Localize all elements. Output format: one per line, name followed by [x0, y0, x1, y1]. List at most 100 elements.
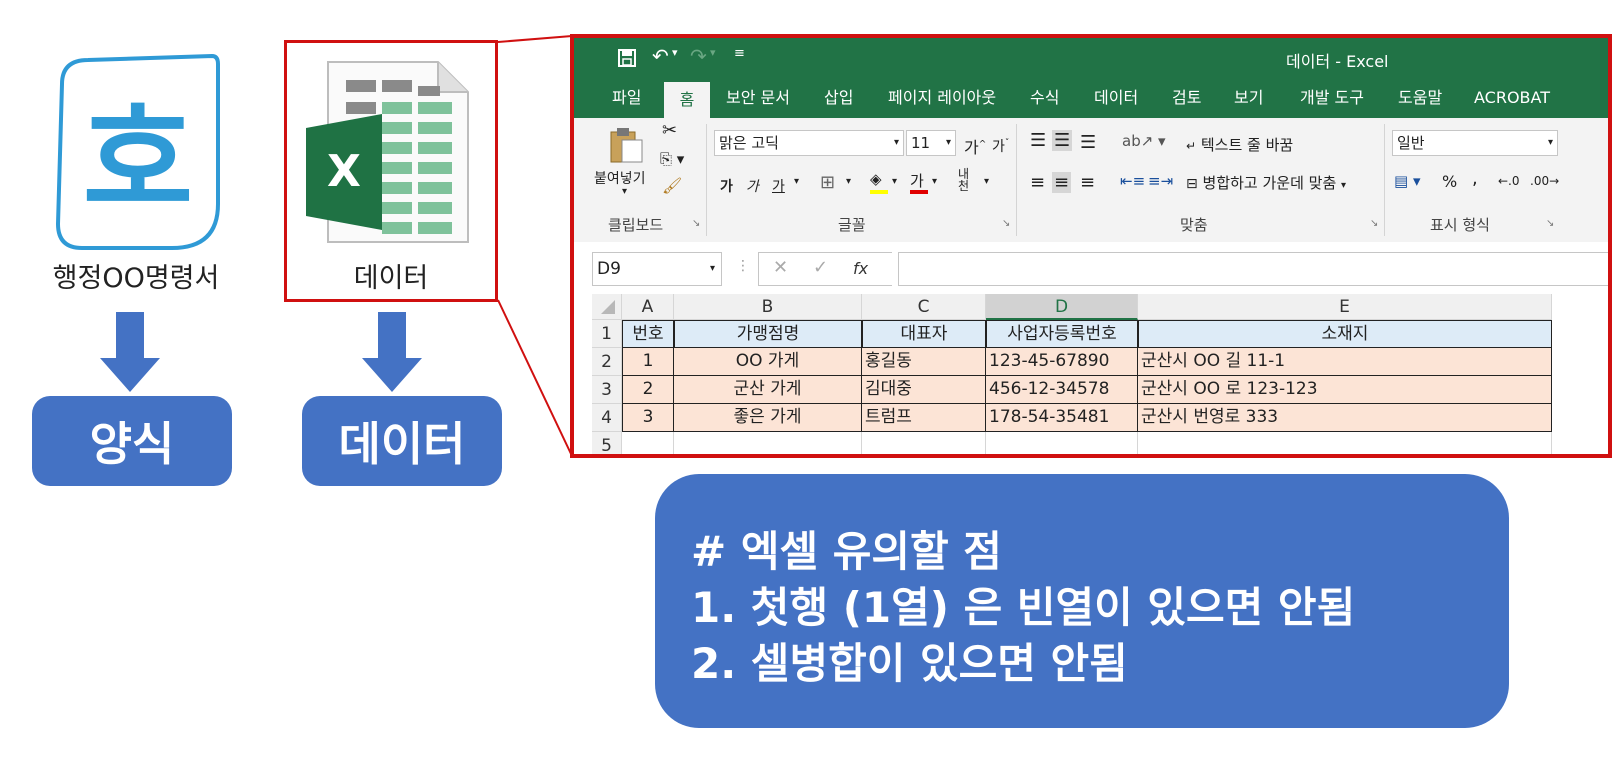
column-header-a[interactable]: A [622, 294, 674, 320]
grow-font-button[interactable]: 가^ [964, 134, 986, 158]
number-format-select[interactable]: 일반 ▾ [1392, 130, 1558, 156]
table-cell[interactable]: 178-54-35481 [986, 404, 1138, 432]
row-header[interactable]: 1 [592, 320, 622, 348]
row-header[interactable]: 3 [592, 376, 622, 404]
paste-label[interactable]: 붙여넣기 [594, 168, 646, 188]
font-name-select[interactable]: 맑은 고딕 ▾ [714, 130, 904, 156]
table-cell[interactable]: 군산 가게 [674, 376, 862, 404]
chevron-down-icon[interactable]: ▾ [892, 176, 897, 187]
table-header-cell[interactable]: 가맹점명 [674, 320, 862, 348]
table-cell[interactable]: 군산시 OO 로 123-123 [1138, 376, 1552, 404]
cancel-icon[interactable]: ✕ [773, 257, 788, 278]
column-header-d[interactable]: D [986, 294, 1138, 320]
table-cell[interactable]: 좋은 가게 [674, 404, 862, 432]
table-cell[interactable]: 456-12-34578 [986, 376, 1138, 404]
copy-icon[interactable]: ⎘ ▾ [660, 150, 684, 168]
chevron-down-icon[interactable]: ▾ [984, 176, 989, 187]
align-right-icon[interactable]: ≡ [1080, 172, 1095, 193]
dialog-launcher-icon[interactable]: ↘ [1002, 218, 1010, 229]
table-cell[interactable]: 123-45-67890 [986, 348, 1138, 376]
tab-review[interactable]: 검토 [1172, 78, 1201, 118]
align-top-icon[interactable]: ☰ [1030, 130, 1046, 151]
column-header-e[interactable]: E [1138, 294, 1552, 320]
table-cell[interactable]: 김대중 [862, 376, 986, 404]
tab-security[interactable]: 보안 문서 [726, 78, 790, 118]
tab-home[interactable]: 홈 [664, 82, 710, 118]
font-size-select[interactable]: 11 ▾ [906, 130, 956, 156]
paste-dropdown-icon[interactable]: ▾ [622, 186, 627, 197]
empty-cell[interactable] [622, 432, 674, 454]
table-cell[interactable]: 3 [622, 404, 674, 432]
tab-help[interactable]: 도움말 [1398, 78, 1442, 118]
row-header[interactable]: 4 [592, 404, 622, 432]
bold-button[interactable]: 가 [720, 176, 733, 196]
insert-function-icon[interactable]: fx [853, 259, 868, 278]
table-cell[interactable]: 군산시 번영로 333 [1138, 404, 1552, 432]
merge-center-button[interactable]: ⊟ 병합하고 가운데 맞춤 ▾ [1186, 172, 1346, 193]
wrap-text-button[interactable]: ↵ 텍스트 줄 바꿈 [1186, 134, 1293, 155]
underline-button[interactable]: 가 [772, 176, 785, 196]
chevron-down-icon[interactable]: ▾ [846, 176, 851, 187]
dialog-launcher-icon[interactable]: ↘ [1546, 218, 1554, 229]
increase-indent-icon[interactable]: ≡⇥ [1148, 172, 1173, 190]
formula-input[interactable] [898, 252, 1608, 286]
tab-formulas[interactable]: 수식 [1030, 78, 1059, 118]
tab-acrobat[interactable]: ACROBAT [1474, 78, 1550, 118]
align-bottom-icon[interactable]: ☰ [1080, 132, 1096, 153]
empty-cell[interactable] [674, 432, 862, 454]
row-header[interactable]: 5 [592, 432, 622, 454]
table-header-cell[interactable]: 대표자 [862, 320, 986, 348]
orientation-icon[interactable]: ab↗ ▾ [1122, 132, 1166, 150]
table-cell[interactable]: 트럼프 [862, 404, 986, 432]
empty-cell[interactable] [862, 432, 986, 454]
align-center-icon[interactable]: ≡ [1052, 172, 1072, 193]
cut-icon[interactable]: ✂ [662, 120, 677, 141]
tab-developer[interactable]: 개발 도구 [1300, 78, 1364, 118]
table-header-cell[interactable]: 사업자등록번호 [986, 320, 1138, 348]
column-header-c[interactable]: C [862, 294, 986, 320]
customize-toolbar-icon[interactable]: ≡ [734, 46, 745, 61]
shrink-font-button[interactable]: 가ˇ [992, 136, 1009, 156]
paste-icon[interactable] [608, 126, 644, 164]
align-middle-icon[interactable]: ☰ [1052, 130, 1073, 151]
percent-button[interactable]: % [1442, 172, 1457, 191]
fill-color-icon[interactable]: ◈ [870, 170, 888, 194]
font-color-button[interactable]: 가 [910, 170, 928, 194]
tab-insert[interactable]: 삽입 [824, 78, 853, 118]
undo-icon[interactable]: ↶ [652, 44, 669, 68]
table-header-cell[interactable]: 번호 [622, 320, 674, 348]
border-icon[interactable]: ⊞ [820, 172, 835, 193]
tab-view[interactable]: 보기 [1234, 78, 1263, 118]
table-cell[interactable]: 군산시 OO 길 11-1 [1138, 348, 1552, 376]
empty-cell[interactable] [986, 432, 1138, 454]
table-header-cell[interactable]: 소재지 [1138, 320, 1552, 348]
increase-decimal-icon[interactable]: ←.0 [1498, 174, 1520, 188]
row-header[interactable]: 2 [592, 348, 622, 376]
chevron-down-icon[interactable]: ▾ [794, 176, 799, 187]
decrease-decimal-icon[interactable]: .00→ [1530, 174, 1559, 188]
tab-page-layout[interactable]: 페이지 레이아웃 [888, 78, 996, 118]
select-all-corner[interactable] [592, 294, 622, 320]
table-cell[interactable]: OO 가게 [674, 348, 862, 376]
empty-cell[interactable] [1138, 432, 1552, 454]
dialog-launcher-icon[interactable]: ↘ [692, 218, 700, 229]
comma-button[interactable]: , [1472, 168, 1478, 189]
decrease-indent-icon[interactable]: ⇤≡ [1120, 172, 1145, 190]
italic-button[interactable]: 가 [746, 176, 759, 196]
confirm-icon[interactable]: ✓ [813, 257, 828, 278]
table-cell[interactable]: 2 [622, 376, 674, 404]
phonetic-icon[interactable]: 내천 [958, 168, 969, 192]
save-icon[interactable] [618, 49, 636, 67]
chevron-down-icon[interactable]: ▾ [932, 176, 937, 187]
column-header-b[interactable]: B [674, 294, 862, 320]
tab-file[interactable]: 파일 [612, 78, 641, 118]
tab-data[interactable]: 데이터 [1094, 78, 1138, 118]
undo-dropdown-icon[interactable]: ▾ [672, 46, 678, 59]
accounting-format-icon[interactable]: ▤ ▾ [1394, 172, 1420, 190]
format-painter-icon[interactable]: 🖌 [662, 176, 682, 195]
align-left-icon[interactable]: ≡ [1030, 172, 1045, 193]
table-cell[interactable]: 1 [622, 348, 674, 376]
dialog-launcher-icon[interactable]: ↘ [1370, 218, 1378, 229]
table-cell[interactable]: 홍길동 [862, 348, 986, 376]
name-box[interactable]: D9 ▾ [592, 252, 722, 286]
